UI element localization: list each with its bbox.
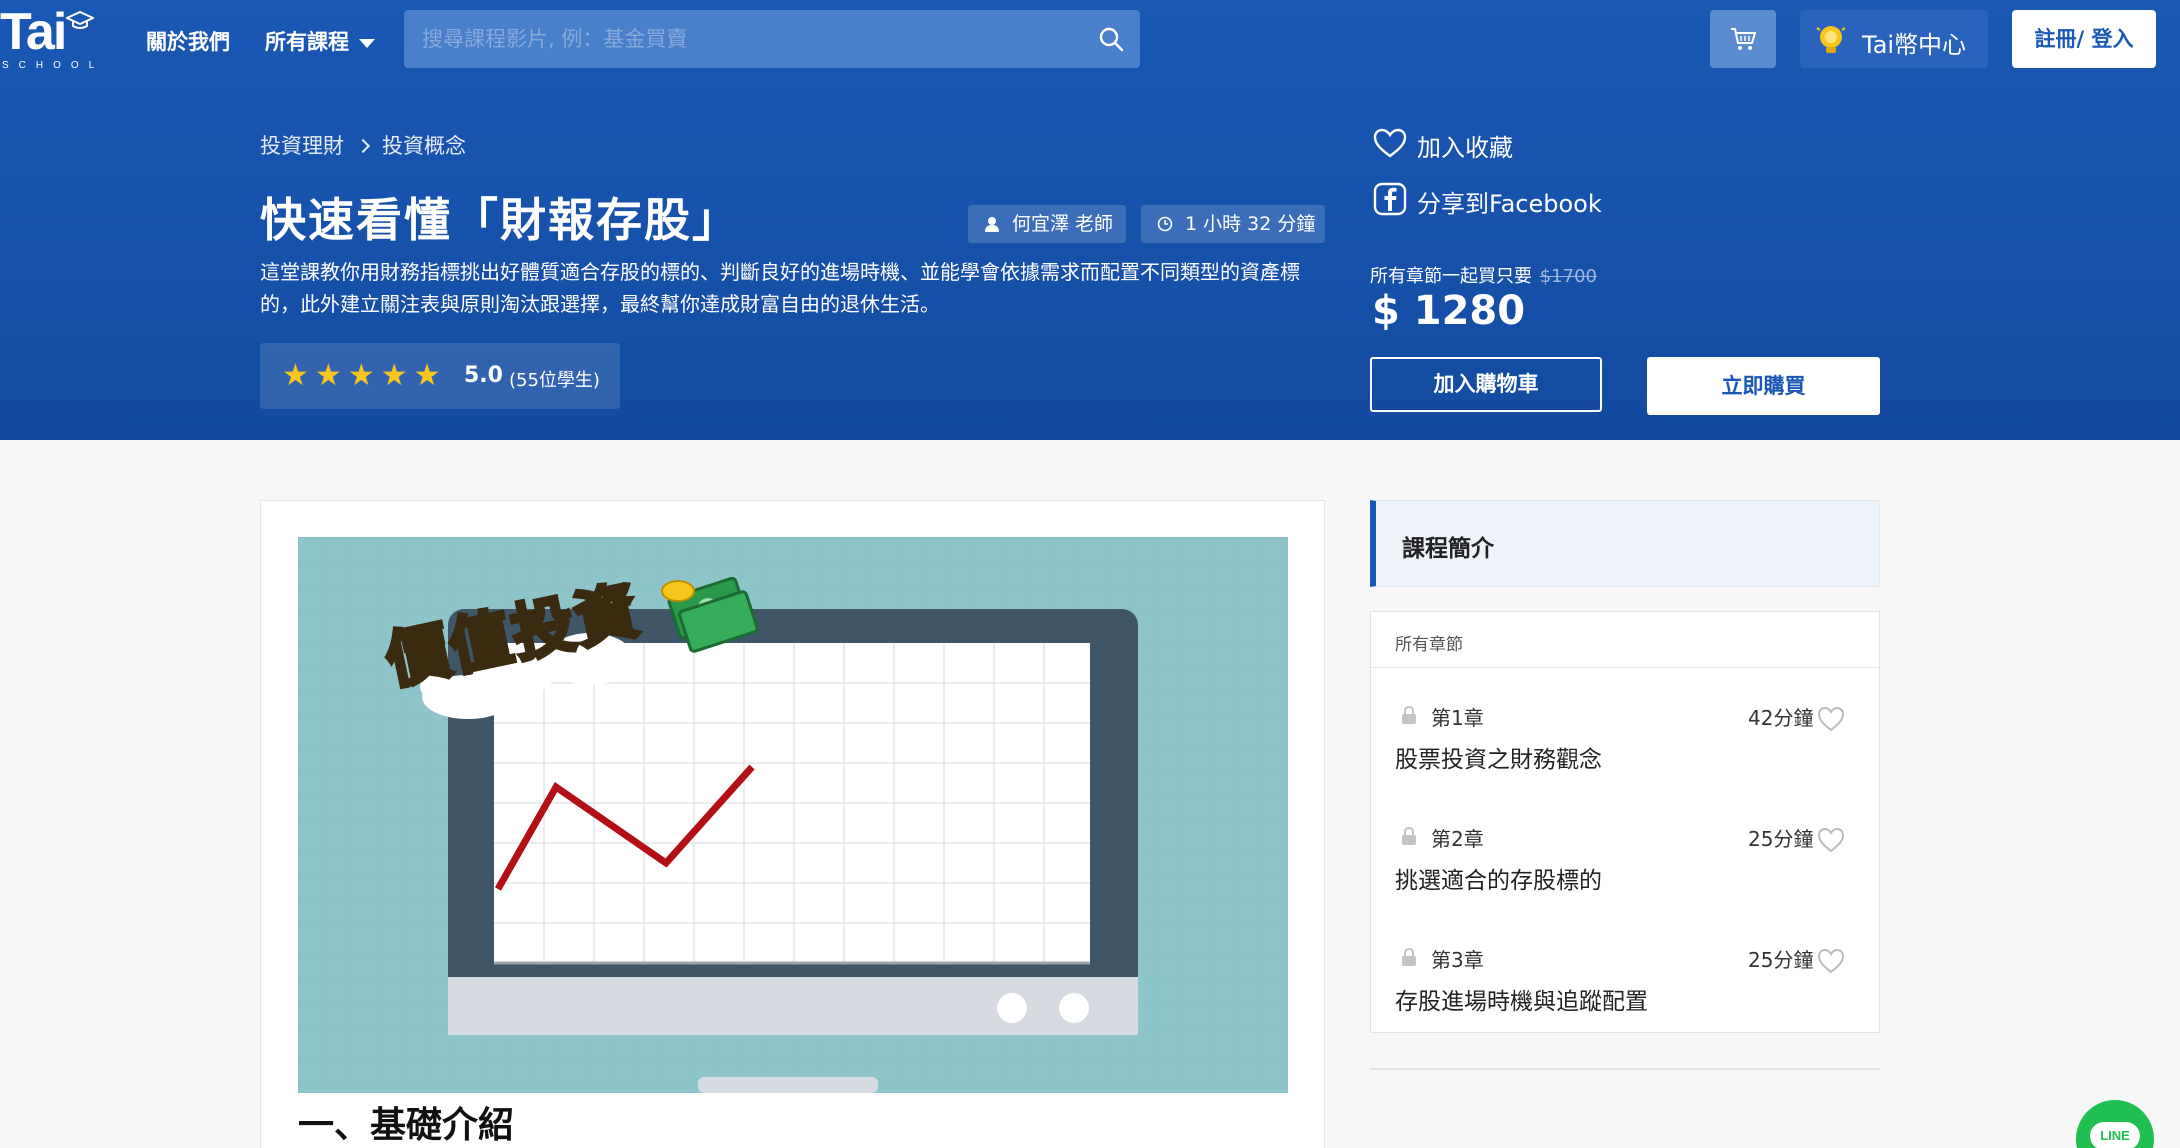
nav-courses-label: 所有課程 [265,30,349,54]
rating-stars: ★ ★ ★ ★ ★ [282,360,447,392]
logo-text: Tai [0,3,67,61]
site-logo[interactable]: Tai SCHOOL [0,6,100,72]
lock-icon [1402,706,1416,724]
cart-button[interactable] [1710,10,1776,68]
rating-count: (55位學生) [509,370,600,391]
search-input[interactable] [422,10,1062,68]
chapter-duration: 25分鐘 [1748,948,1814,972]
teacher-tag[interactable]: 何宜澤 老師 [968,205,1126,243]
chapter-duration: 25分鐘 [1748,827,1814,851]
breadcrumb: 投資理財 投資概念 [260,130,466,160]
star-icon: ★ [413,358,441,393]
course-content-card: 價值投資 一、基礎介紹 [260,500,1325,1148]
nav-about-link[interactable]: 關於我們 [146,26,230,56]
sidebar-divider [1370,1068,1880,1070]
login-register-button[interactable]: 註冊/ 登入 [2012,10,2156,68]
breadcrumb-item-category[interactable]: 投資理財 [260,134,344,158]
nav-courses-dropdown[interactable]: 所有課程 [265,26,375,56]
rating-score: 5.0 [464,363,503,388]
chapter-title: 存股進場時機與追蹤配置 [1395,989,1648,1015]
chapter-item[interactable]: 第3章 25分鐘 存股進場時機與追蹤配置 [1371,924,1879,1044]
share-facebook-label: 分享到Facebook [1417,190,1602,218]
star-icon: ★ [314,358,342,393]
search-bar [404,10,1140,68]
add-favorite-label: 加入收藏 [1417,134,1513,162]
star-icon: ★ [380,358,408,393]
duration-tag: 1 小時 32 分鐘 [1141,205,1325,243]
search-icon[interactable] [1098,26,1124,52]
chapter-item[interactable]: 第1章 42分鐘 股票投資之財務觀念 [1371,682,1879,802]
heart-icon [1373,128,1407,158]
course-intro-title: 課程簡介 [1402,536,1494,562]
cart-icon [1731,28,1756,50]
teacher-name: 何宜澤 老師 [1012,213,1114,235]
bundle-label: 所有章節一起買只要 [1370,266,1532,287]
buy-now-button[interactable]: 立即購買 [1647,357,1880,415]
add-to-cart-button[interactable]: 加入購物車 [1370,357,1602,412]
course-description: 這堂課教你用財務指標挑出好體質適合存股的標的、判斷良好的進場時機、並能學會依據需… [260,260,1300,316]
lock-icon [1402,948,1416,966]
chapter-number: 第3章 [1431,948,1484,972]
chapter-title: 股票投資之財務觀念 [1395,747,1602,773]
facebook-icon [1373,182,1407,216]
chapter-list: 所有章節 第1章 42分鐘 股票投資之財務觀念 第2章 25分鐘 挑選適合的存股… [1370,611,1880,1033]
breadcrumb-item-subcategory[interactable]: 投資概念 [382,134,466,158]
original-price: $1700 [1539,266,1597,287]
chevron-right-icon [355,138,371,154]
star-icon: ★ [282,358,309,393]
chapter-number: 第1章 [1431,706,1484,730]
course-title: 快速看懂「財報存股」 [260,193,740,247]
person-icon [985,217,999,232]
top-nav: Tai SCHOOL 關於我們 所有課程 搜尋課程影片, 例：基金買賣 Tai幣… [0,0,2180,78]
heart-outline-icon[interactable] [1817,948,1845,974]
coin-center-button[interactable]: Tai幣中心 [1800,10,1988,68]
logo-subtext: SCHOOL [2,60,105,71]
lightbulb-coin-icon [1816,26,1846,53]
heart-outline-icon[interactable] [1817,706,1845,732]
chapter-item[interactable]: 第2章 25分鐘 挑選適合的存股標的 [1371,803,1879,923]
heart-outline-icon[interactable] [1817,827,1845,853]
graduation-cap-icon [66,10,94,29]
course-duration: 1 小時 32 分鐘 [1185,213,1316,235]
chapter-list-header-label: 所有章節 [1395,635,1463,655]
sale-price: $ 1280 [1372,288,1526,334]
chapter-title: 挑選適合的存股標的 [1395,868,1602,894]
chapter-number: 第2章 [1431,827,1484,851]
course-intro-tab[interactable]: 課程簡介 [1370,500,1880,587]
caret-down-icon [359,38,375,48]
course-cover-image: 價值投資 [298,537,1288,1093]
bundle-price-text: 所有章節一起買只要 $1700 [1370,262,1597,288]
chapter-list-header: 所有章節 [1371,612,1879,668]
line-label: LINE [2090,1122,2140,1148]
clock-icon [1157,216,1173,232]
lock-icon [1402,827,1416,845]
line-chat-button[interactable]: LINE [2076,1100,2154,1148]
rating-box: ★ ★ ★ ★ ★ 5.0 (55位學生) [260,343,620,409]
chapter-duration: 42分鐘 [1748,706,1814,730]
star-icon: ★ [347,358,375,393]
coin-center-label: Tai幣中心 [1862,31,1967,59]
section-heading: 一、基礎介紹 [298,1105,515,1146]
